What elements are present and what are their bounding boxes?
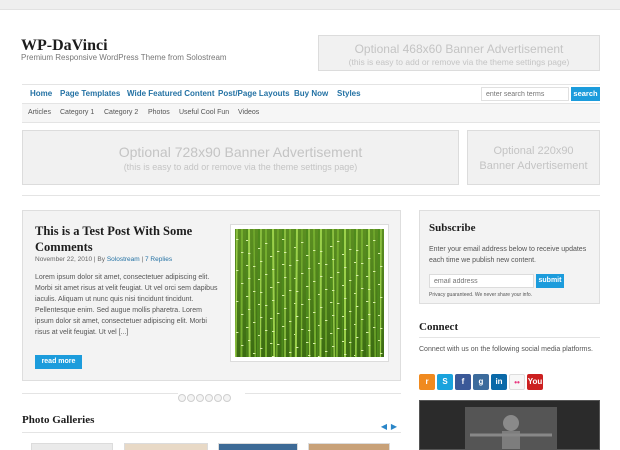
gallery-thumbnail[interactable]	[218, 443, 298, 450]
nav-item-videos[interactable]: Videos	[238, 109, 259, 116]
site-tagline: Premium Responsive WordPress Theme from …	[21, 53, 227, 62]
nav-item-photos[interactable]: Photos	[148, 109, 170, 116]
read-more-button[interactable]: read more	[35, 355, 82, 369]
nav-item-buy-now[interactable]: Buy Now	[294, 89, 328, 98]
nav-item-home[interactable]: Home	[30, 89, 52, 98]
photo-galleries-title: Photo Galleries	[22, 414, 95, 426]
banner-ad-title-line2: Banner Advertisement	[479, 160, 588, 172]
gallery-thumbnail[interactable]	[308, 443, 390, 450]
connect-description: Connect with us on the following social …	[419, 346, 593, 353]
youtube-icon[interactable]: You	[527, 374, 543, 390]
banner-ad-220x90[interactable]: Optional 220x90 Banner Advertisement	[467, 130, 600, 185]
divider	[22, 432, 401, 433]
slider-dot[interactable]	[178, 394, 186, 402]
divider	[22, 195, 600, 196]
banner-ad-title: Optional 468x60 Banner Advertisement	[354, 42, 564, 56]
rss-icon[interactable]: r	[419, 374, 435, 390]
nav-item-page-templates[interactable]: Page Templates	[60, 89, 120, 98]
banner-ad-title: Optional 728x90 Banner Advertisement	[118, 144, 363, 160]
vitruvian-man-icon	[420, 401, 599, 449]
banner-ad-468x60[interactable]: Optional 468x60 Banner Advertisement (th…	[318, 35, 600, 71]
post-author-link[interactable]: Solostream	[107, 256, 140, 263]
slider-dot[interactable]	[223, 394, 231, 402]
post-excerpt: Lorem ipsum dolor sit amet, consectetuer…	[35, 274, 218, 336]
subscribe-widget: Subscribe Enter your email address below…	[419, 210, 600, 304]
submit-button[interactable]: submit	[536, 274, 564, 288]
search-input[interactable]	[481, 87, 569, 101]
nav-item-useful-cool-fun[interactable]: Useful Cool Fun	[179, 109, 229, 116]
slider-dot[interactable]	[187, 394, 195, 402]
slider-dot[interactable]	[214, 394, 222, 402]
slider-dot[interactable]	[205, 394, 213, 402]
nav-item-styles[interactable]: Styles	[337, 89, 361, 98]
banner-ad-728x90[interactable]: Optional 728x90 Banner Advertisement (th…	[22, 130, 459, 185]
facebook-icon[interactable]: f	[455, 374, 471, 390]
post-by-label: | By	[93, 256, 105, 263]
nav-item-post-page-layouts[interactable]: Post/Page Layouts	[218, 89, 290, 98]
linkedin-icon[interactable]: in	[491, 374, 507, 390]
banner-ad-note: (this is easy to add or remove via the t…	[348, 57, 570, 67]
gallery-thumbnail[interactable]	[124, 443, 208, 450]
post-date: November 22, 2010	[35, 256, 93, 263]
nav-item-articles[interactable]: Articles	[28, 109, 51, 116]
nav-item-category-1[interactable]: Category 1	[60, 109, 94, 116]
flickr-icon[interactable]: ••	[509, 374, 525, 390]
divider	[419, 337, 600, 338]
top-strip	[0, 0, 620, 10]
google-plus-icon[interactable]: g	[473, 374, 489, 390]
featured-post: This is a Test Post With Some Comments N…	[22, 210, 401, 381]
skype-icon[interactable]: S	[437, 374, 453, 390]
post-title[interactable]: This is a Test Post With Some Comments	[35, 223, 215, 255]
divider	[245, 393, 401, 394]
divider	[22, 393, 178, 394]
slider-pagination	[178, 389, 232, 402]
post-meta: November 22, 2010 | By Solostream | 7 Re…	[35, 256, 172, 263]
post-meta-separator: |	[141, 256, 144, 263]
bamboo-grass-photo	[235, 228, 388, 358]
post-image-frame[interactable]	[230, 224, 389, 362]
slider-dot[interactable]	[196, 394, 204, 402]
banner-ad-title-line1: Optional 220x90	[493, 145, 574, 157]
arrow-right-icon[interactable]: ▶	[389, 422, 399, 431]
nav-item-wide-featured-content[interactable]: Wide Featured Content	[127, 89, 214, 98]
nav-item-category-2[interactable]: Category 2	[104, 109, 138, 116]
search-button[interactable]: search	[571, 87, 600, 101]
subscribe-title: Subscribe	[429, 222, 476, 234]
category-navigation: Articles Category 1 Category 2 Photos Us…	[22, 104, 600, 123]
vitruvian-man-image[interactable]	[419, 400, 600, 450]
subscribe-description: Enter your email address below to receiv…	[429, 246, 587, 264]
email-field[interactable]	[429, 274, 534, 288]
privacy-note: Privacy guaranteed. We never share your …	[429, 292, 533, 298]
gallery-thumbnail[interactable]	[31, 443, 113, 450]
arrow-left-icon[interactable]: ◀	[379, 422, 389, 431]
banner-ad-note: (this is easy to add or remove via the t…	[123, 162, 358, 172]
post-replies-link[interactable]: 7 Replies	[145, 256, 172, 263]
connect-title: Connect	[419, 321, 459, 333]
